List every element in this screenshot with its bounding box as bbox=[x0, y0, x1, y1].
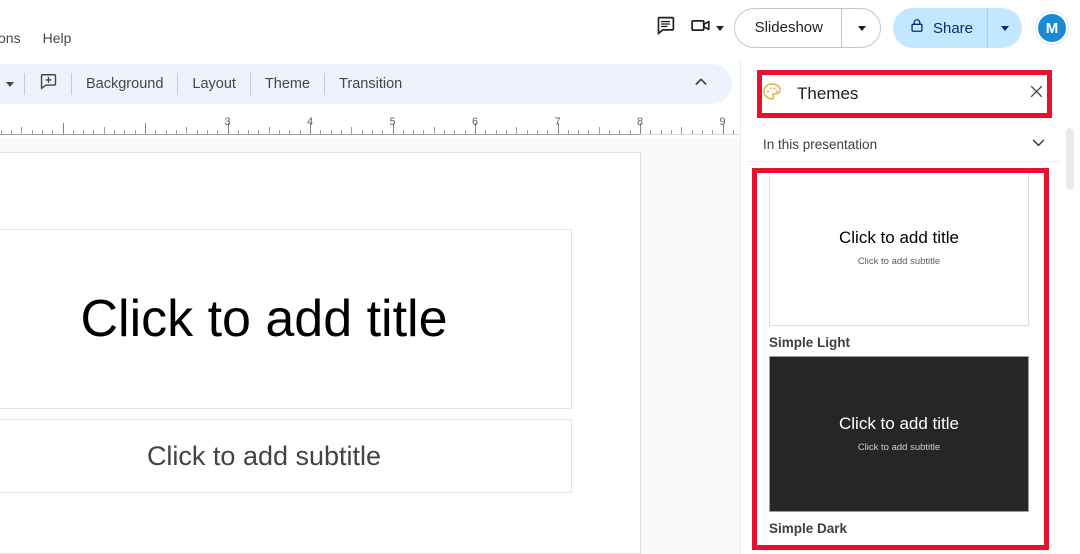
theme-card-simple-light[interactable]: Click to add title Click to add subtitle… bbox=[769, 170, 1029, 350]
ruler-number: 3 bbox=[224, 116, 231, 128]
theme-source-label: In this presentation bbox=[763, 137, 878, 152]
ruler-tick bbox=[351, 127, 353, 134]
palette-icon bbox=[761, 81, 783, 108]
slide-toolbar: Background Layout Theme Transition bbox=[0, 64, 732, 104]
top-actions: Slideshow Share M bbox=[646, 0, 1068, 56]
lock-icon bbox=[909, 17, 925, 39]
meet-chevron-down-icon[interactable] bbox=[715, 25, 724, 31]
ruler-tick bbox=[21, 127, 23, 134]
toolbar-layout-button[interactable]: Layout bbox=[188, 76, 240, 92]
ruler-tick bbox=[186, 127, 188, 134]
themes-panel-header: Themes bbox=[741, 70, 1063, 118]
video-camera-icon bbox=[690, 14, 713, 42]
themes-panel: Themes In this presentation Click to add… bbox=[740, 60, 1080, 554]
share-label: Share bbox=[932, 19, 973, 37]
comment-history-button[interactable] bbox=[646, 8, 686, 48]
toolbar-divider bbox=[177, 73, 179, 95]
chevron-up-icon bbox=[693, 74, 709, 95]
comment-icon bbox=[655, 15, 676, 41]
share-main[interactable]: Share bbox=[893, 8, 987, 48]
slideshow-button[interactable]: Slideshow bbox=[733, 8, 881, 48]
meet-button[interactable] bbox=[690, 14, 724, 42]
google-slides-window: ons Help Slideshow Share M Background La… bbox=[0, 0, 1080, 554]
slideshow-options-button[interactable] bbox=[842, 9, 880, 47]
theme-thumbnail: Click to add title Click to add subtitle bbox=[769, 356, 1029, 512]
chevron-down-icon bbox=[1001, 25, 1009, 31]
toolbar-overflow-chevron-down-icon[interactable] bbox=[6, 81, 14, 87]
share-options-button[interactable] bbox=[988, 8, 1022, 48]
ruler-active-range bbox=[0, 134, 640, 135]
avatar[interactable]: M bbox=[1036, 12, 1068, 44]
theme-thumb-subtitle: Click to add subtitle bbox=[857, 256, 941, 267]
theme-thumb-title: Click to add title bbox=[839, 414, 959, 433]
close-themes-panel-button[interactable] bbox=[1021, 79, 1051, 109]
subtitle-placeholder-text: Click to add subtitle bbox=[146, 441, 382, 471]
theme-name-label: Simple Light bbox=[769, 335, 850, 350]
horizontal-ruler[interactable]: 3 4 5 6 7 8 9 bbox=[0, 110, 740, 138]
ruler-number: 7 bbox=[554, 116, 561, 128]
theme-thumb-subtitle: Click to add subtitle bbox=[857, 442, 941, 453]
menu-help[interactable]: Help bbox=[41, 28, 74, 48]
ruler-number: 4 bbox=[306, 116, 314, 128]
toolbar-divider bbox=[71, 73, 72, 95]
ruler-number: 8 bbox=[636, 116, 644, 128]
themes-panel-scrollbar[interactable] bbox=[1066, 128, 1074, 190]
theme-thumbnail: Click to add title Click to add subtitle bbox=[769, 170, 1029, 326]
collapse-toolbar-button[interactable] bbox=[688, 71, 714, 97]
chevron-down-icon bbox=[858, 25, 867, 31]
ruler-number: 5 bbox=[389, 116, 396, 128]
toolbar-divider bbox=[24, 73, 25, 95]
ruler-number: 9 bbox=[719, 116, 726, 128]
top-bar: ons Help Slideshow Share M bbox=[0, 0, 1080, 56]
ruler-tick bbox=[516, 127, 518, 134]
theme-source-dropdown[interactable]: In this presentation bbox=[747, 128, 1059, 162]
ruler-tick bbox=[433, 127, 435, 134]
toolbar-theme-button[interactable]: Theme bbox=[261, 76, 314, 92]
slideshow-label: Slideshow bbox=[754, 19, 823, 36]
themes-list[interactable]: Click to add title Click to add subtitle… bbox=[753, 170, 1053, 554]
close-icon bbox=[1028, 83, 1045, 105]
ruler-ticks: 3 4 5 6 7 8 9 bbox=[0, 116, 740, 134]
themes-panel-title: Themes bbox=[797, 84, 859, 103]
ruler-tick bbox=[145, 123, 146, 134]
add-comment-icon bbox=[39, 72, 58, 96]
chevron-down-icon bbox=[1030, 134, 1047, 156]
add-comment-button[interactable] bbox=[35, 71, 61, 97]
toolbar-divider bbox=[324, 73, 326, 95]
ruler-tick bbox=[268, 127, 270, 134]
title-placeholder-text: Click to add title bbox=[80, 290, 448, 348]
ruler-tick bbox=[103, 127, 105, 134]
menu-bar: ons Help bbox=[0, 28, 73, 48]
slide-workspace: Click to add title Click to add subtitle bbox=[0, 138, 740, 554]
ruler-tick bbox=[598, 127, 600, 134]
ruler-tick bbox=[62, 123, 64, 134]
title-placeholder[interactable]: Click to add title bbox=[0, 229, 572, 409]
slide-canvas[interactable]: Click to add title Click to add subtitle bbox=[0, 152, 641, 554]
toolbar-background-button[interactable]: Background bbox=[82, 76, 167, 92]
theme-name-label: Simple Dark bbox=[769, 521, 848, 536]
theme-card-simple-dark[interactable]: Click to add title Click to add subtitle… bbox=[769, 356, 1029, 536]
theme-thumb-title: Click to add title bbox=[839, 228, 959, 247]
ruler-number: 6 bbox=[471, 116, 479, 128]
toolbar-divider bbox=[249, 73, 251, 95]
share-button[interactable]: Share bbox=[892, 8, 1022, 48]
ruler-tick bbox=[681, 127, 683, 134]
menu-extensions-truncated[interactable]: ons bbox=[0, 28, 23, 48]
toolbar-transition-button[interactable]: Transition bbox=[335, 76, 406, 92]
subtitle-placeholder[interactable]: Click to add subtitle bbox=[0, 419, 572, 493]
